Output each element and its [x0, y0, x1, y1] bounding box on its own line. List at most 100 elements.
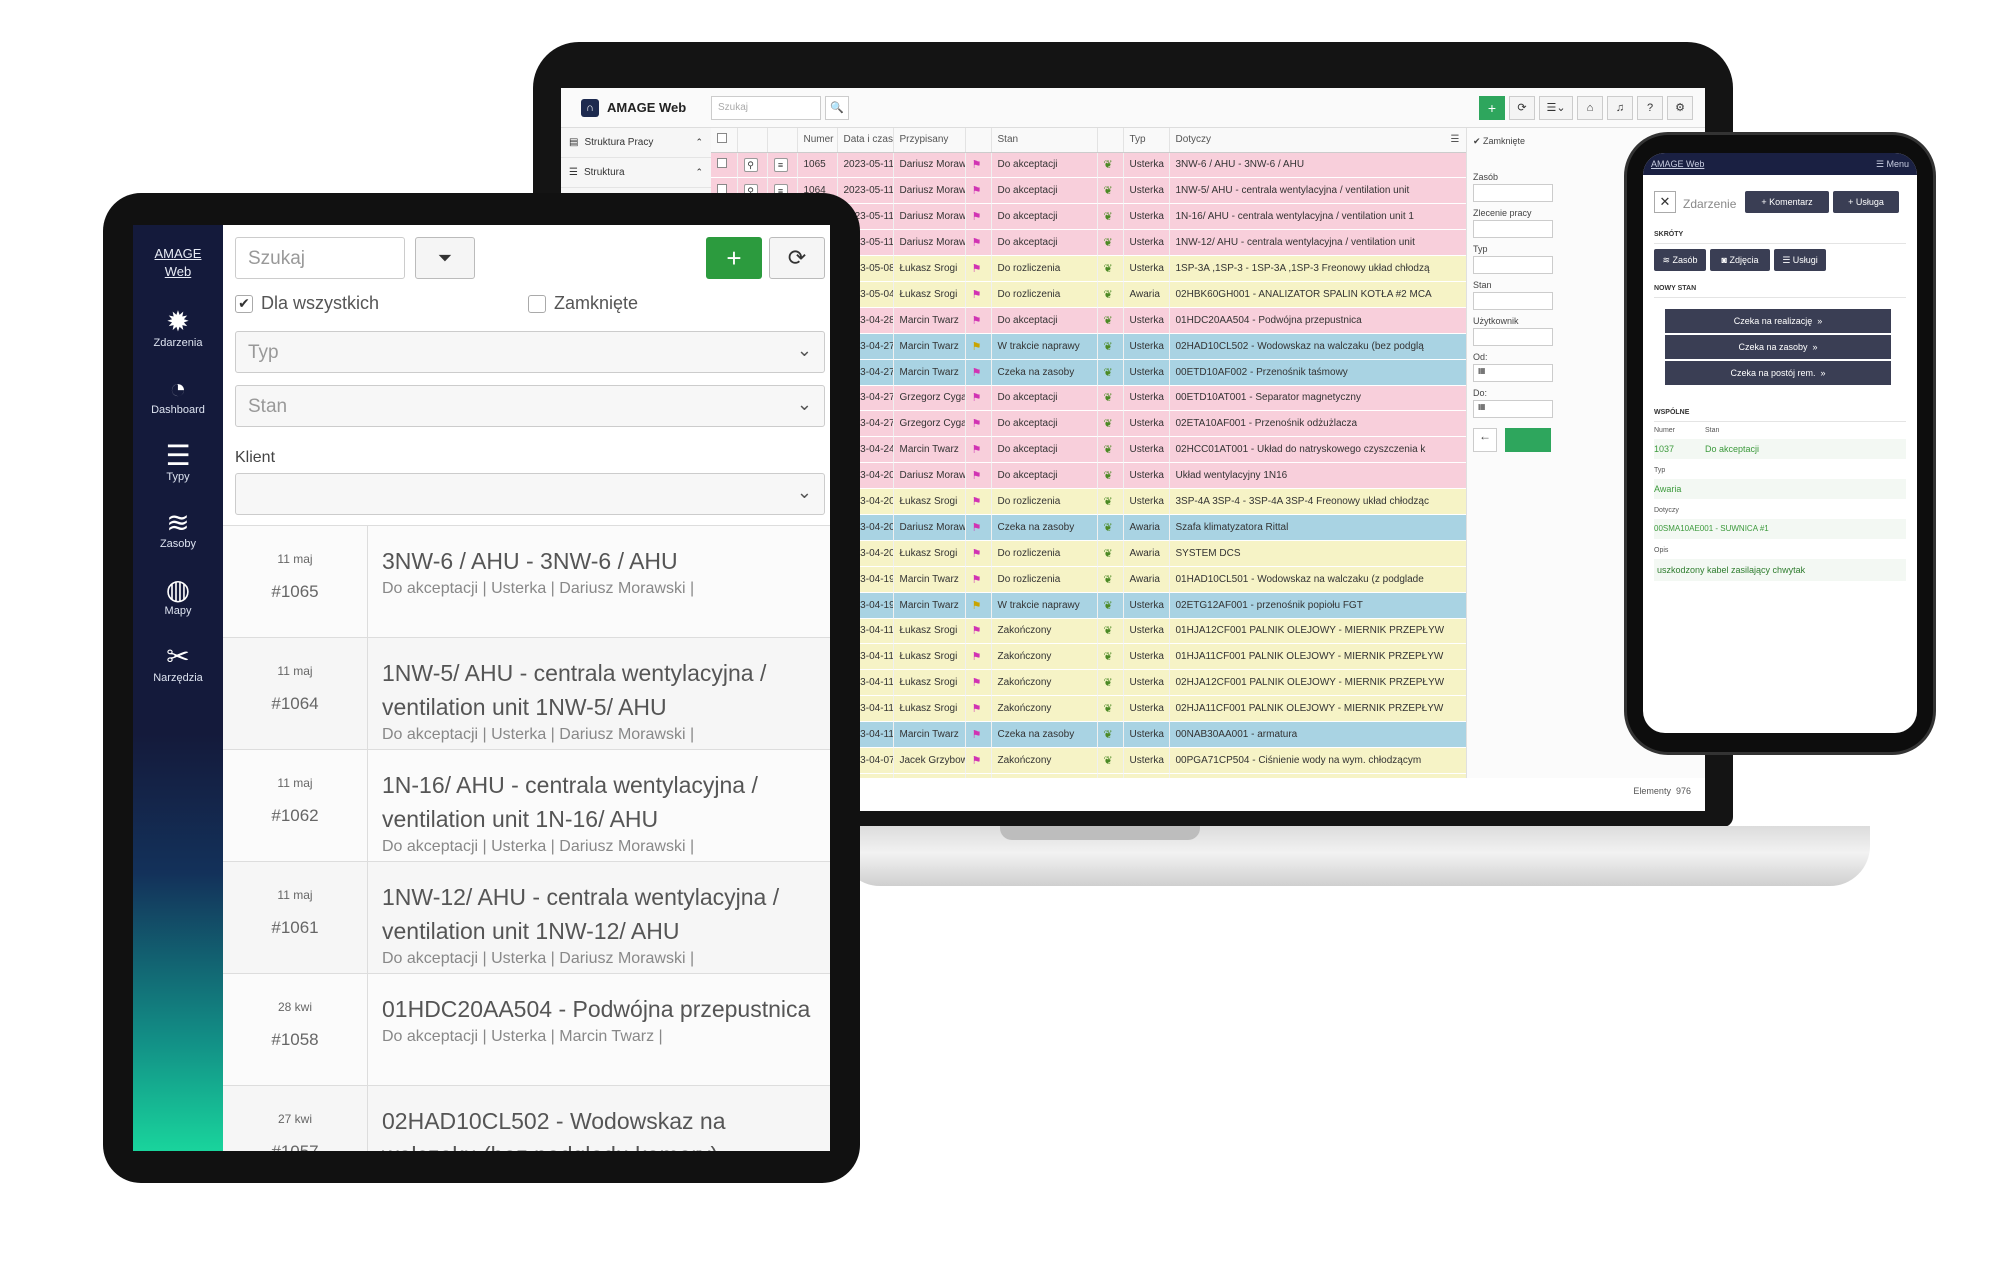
close-icon[interactable]: ✕	[1654, 191, 1676, 213]
filter-icon[interactable]: ⏷	[415, 237, 475, 279]
od-date-input[interactable]: ▦	[1473, 364, 1553, 382]
header-typ[interactable]: Typ	[1123, 128, 1170, 153]
item-number: #1058	[271, 1030, 319, 1049]
cell-dotyczy: 02ETG12AF001 - przenośnik popiołu FGT	[1169, 592, 1466, 619]
cell-przypisany: Łukasz Srogi	[893, 618, 966, 645]
stan-select[interactable]: Stan ⌄	[235, 385, 825, 427]
typ-input[interactable]	[1473, 256, 1553, 274]
details-icon[interactable]: ≡	[767, 152, 798, 179]
zamkniete-label: Zamknięte	[554, 293, 639, 313]
flag-icon: ⚑	[965, 177, 992, 205]
list-item[interactable]: 11 maj #1061 1NW-12/ AHU - centrala wentyl…	[223, 861, 830, 973]
back-arrow-icon[interactable]: ←	[1473, 428, 1497, 452]
cell-dotyczy: 00ETD10AF002 - Przenośnik taśmowy	[1169, 359, 1466, 386]
sprout-icon: ❦	[1097, 177, 1124, 205]
do-date-input[interactable]: ▦	[1473, 400, 1553, 418]
laptop-search-input[interactable]: Szukaj	[711, 95, 821, 120]
list-item[interactable]: 27 kwi #1057 02HAD10CL502 - Wodowskaz na w…	[223, 1085, 830, 1151]
cell-numer: 1065	[797, 152, 838, 179]
help-icon[interactable]: ?	[1637, 95, 1663, 120]
zamkniete-checkbox[interactable]: ✔ Zamknięte	[1473, 136, 1525, 147]
typ-row	[1654, 479, 1906, 499]
header-przypisany[interactable]: Przypisany	[893, 128, 966, 153]
sprout-icon: ❦	[1097, 514, 1124, 541]
uzytkownik-input[interactable]	[1473, 328, 1553, 346]
building-icon[interactable]: ⌂	[1577, 95, 1603, 120]
phone-brand[interactable]: AMAGE Web	[1651, 159, 1704, 169]
nav-dashboard[interactable]: ◔ Dashboard	[133, 374, 223, 441]
item-meta: Do akceptacji | Usterka | Marcin Twarz |	[382, 1028, 663, 1045]
logo-icon: ∩	[581, 98, 599, 117]
nav-zasoby[interactable]: ≋ Zasoby	[133, 508, 223, 575]
item-title: 02HAD10CL502 - Wodowskaz na walczaku (be…	[382, 1108, 726, 1151]
select-all-checkbox[interactable]	[711, 128, 738, 153]
tablet-brand[interactable]: AMAGE Web	[133, 225, 223, 281]
komentarz-button[interactable]: + Komentarz	[1745, 191, 1829, 213]
refresh-icon[interactable]: ⟳	[1509, 95, 1535, 120]
cell-dotyczy: 02HCC01AT001 - Układ do natryskowego czy…	[1169, 436, 1466, 464]
header-data[interactable]: Data i czas	[837, 128, 894, 153]
state-czeka-na-realizacje[interactable]: Czeka na realizację »	[1665, 309, 1891, 333]
nav-narzedzia[interactable]: ✂ Narzędzia	[133, 642, 223, 709]
uslugi-button[interactable]: ☰ Usługi	[1774, 249, 1826, 271]
item-body: 1NW-5/ AHU - centrala wentylacyjna / ven…	[368, 638, 830, 749]
cell-dotyczy: 01HJA12CF001 PALNIK OLEJOWY - MIERNIK PR…	[1169, 618, 1466, 645]
add-button[interactable]: +	[706, 237, 762, 279]
phone-topbar: AMAGE Web ☰ Menu	[1643, 153, 1917, 175]
list-item[interactable]: 11 maj #1064 1NW-5/ AHU - centrala wentyla…	[223, 637, 830, 749]
nav-typy[interactable]: ☰ Typy	[133, 441, 223, 508]
zdjecia-button[interactable]: ◙ Zdjęcia	[1710, 249, 1770, 271]
item-date-column: 28 kwi #1058	[223, 974, 368, 1085]
laptop-brand[interactable]: ∩ AMAGE Web	[561, 88, 711, 128]
search-icon[interactable]: 🔍	[825, 95, 849, 120]
row-checkbox[interactable]	[711, 152, 738, 179]
tablet-search-input[interactable]: Szukaj	[235, 237, 405, 279]
phone-menu-button[interactable]: ☰ Menu	[1876, 159, 1909, 170]
nav-mapy[interactable]: ◍ Mapy	[133, 575, 223, 642]
cell-typ: Usterka	[1123, 255, 1170, 282]
stan-input[interactable]	[1473, 292, 1553, 310]
refresh-icon[interactable]: ⟳	[769, 237, 825, 279]
gauge-icon: ◔	[169, 373, 187, 404]
table-row[interactable]: ⚲≡10652023-05-11Dariusz Morawski⚑Do akce…	[711, 152, 1466, 179]
klient-select[interactable]: ⌄	[235, 473, 825, 515]
state-czeka-na-zasoby[interactable]: Czeka na zasoby »	[1665, 335, 1891, 359]
zasob-button[interactable]: ≋ Zasób	[1654, 249, 1706, 271]
state-czeka-na-postoj[interactable]: Czeka na postój rem. »	[1665, 361, 1891, 385]
cell-stan: Zakończony	[991, 643, 1098, 671]
list-menu-icon[interactable]: ☰⌄	[1539, 95, 1573, 120]
sprout-icon: ❦	[1097, 359, 1124, 386]
header-blank	[965, 128, 992, 153]
cell-dotyczy: Układ wentylacyjny 1N16	[1169, 462, 1466, 490]
list-item[interactable]: 11 maj #1065 3NW-6 / AHU - 3NW-6 / AHU Do a…	[223, 525, 830, 637]
add-button[interactable]: +	[1479, 95, 1505, 120]
zasob-input[interactable]	[1473, 184, 1553, 202]
sprout-icon: ❦	[1097, 229, 1124, 257]
dla-wszystkich-checkbox[interactable]: ✔ Dla wszystkich	[235, 293, 379, 314]
header-dotyczy[interactable]: Dotyczy ☰	[1169, 128, 1466, 153]
bell-icon[interactable]: ♫	[1607, 95, 1633, 120]
nav-zdarzenia[interactable]: ✹ Zdarzenia	[133, 307, 223, 374]
zamkniete-checkbox[interactable]: Zamknięte	[528, 293, 638, 314]
cell-przypisany: Łukasz Srogi	[893, 255, 966, 282]
gear-icon[interactable]: ⚙	[1667, 95, 1693, 120]
typ-select[interactable]: Typ ⌄	[235, 331, 825, 373]
dotyczy-value[interactable]: 00SMA10AE001 - SUWNICA #1	[1654, 524, 1769, 533]
nav-label: Narzędzia	[153, 672, 203, 684]
item-date: 11 maj	[277, 664, 313, 678]
header-numer[interactable]: Numer	[797, 128, 838, 153]
column-menu-icon[interactable]: ☰	[1451, 134, 1460, 145]
list-item[interactable]: 28 kwi #1058 01HDC20AA504 - Podwójna przep…	[223, 973, 830, 1085]
sprout-icon: ❦	[1097, 385, 1124, 412]
cell-stan: Do akceptacji	[991, 203, 1098, 231]
item-meta: Do akceptacji | Usterka | Dariusz Moraws…	[382, 950, 695, 967]
menu-item-struktura-pracy[interactable]: ▤ Struktura Pracy ⌃	[561, 128, 711, 158]
header-stan[interactable]: Stan	[991, 128, 1098, 153]
zlecenie-input[interactable]	[1473, 220, 1553, 238]
list-item[interactable]: 11 maj #1062 1N-16/ AHU - centrala wentyla…	[223, 749, 830, 861]
chevron-down-icon: ⌄	[796, 394, 812, 414]
menu-item-struktura[interactable]: ☰ Struktura ⌃	[561, 158, 711, 188]
apply-filter-button[interactable]	[1505, 428, 1551, 452]
search-icon[interactable]: ⚲	[737, 152, 768, 179]
usluga-button[interactable]: + Usługa	[1833, 191, 1899, 213]
